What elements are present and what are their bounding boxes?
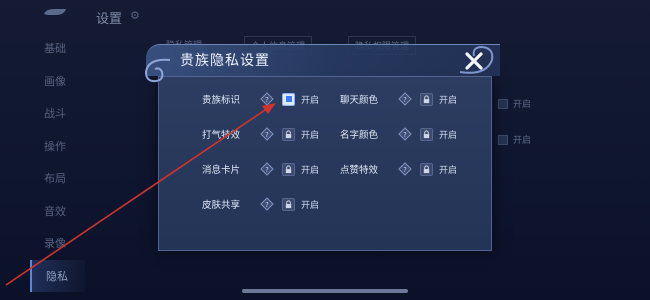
top-bar: 设置 ⚙	[0, 0, 650, 34]
sidebar-item-sound[interactable]: 音效	[30, 195, 85, 228]
setting-label: 点赞特效	[340, 165, 379, 176]
background-toggle[interactable]: 开启	[498, 97, 531, 110]
setting-row: 点赞特效? 开启	[340, 161, 457, 177]
question-diamond-icon[interactable]: ?	[260, 162, 274, 176]
svg-text:?: ?	[265, 166, 269, 174]
option-label: 开启	[439, 165, 458, 176]
lock-icon[interactable]	[420, 162, 433, 176]
gear-icon: ⚙	[130, 9, 140, 22]
decorative-swirl-icon	[144, 58, 171, 83]
setting-label: 消息卡片	[202, 165, 241, 176]
setting-row: 名字颜色? 开启	[340, 126, 457, 142]
checkbox-mark	[285, 96, 292, 102]
svg-text:?: ?	[265, 131, 269, 139]
svg-text:?: ?	[403, 96, 407, 104]
question-diamond-icon[interactable]: ?	[260, 127, 274, 141]
setting-row: 贵族标识? 开启	[202, 91, 319, 107]
lock-icon	[285, 199, 292, 208]
toggle-checkbox[interactable]	[498, 98, 508, 109]
enable-checkbox[interactable]	[282, 92, 295, 106]
dialog-title: 贵族隐私设置	[180, 53, 270, 69]
setting-row: 打气特效? 开启	[202, 126, 319, 142]
settings-title: 设置	[96, 12, 123, 27]
setting-label: 聊天颜色	[340, 95, 379, 106]
background-toggle[interactable]: 开启	[498, 133, 531, 146]
setting-label: 贵族标识	[202, 95, 241, 106]
setting-label: 名字颜色	[340, 130, 379, 141]
setting-label: 打气特效	[202, 130, 241, 141]
option-label: 开启	[439, 95, 458, 106]
lock-icon	[285, 164, 292, 173]
sidebar-item-battle[interactable]: 战斗	[30, 97, 85, 130]
option-label: 开启	[301, 130, 320, 141]
sidebar-item-controls[interactable]: 操作	[30, 130, 85, 163]
question-diamond-icon[interactable]: ?	[260, 92, 274, 106]
option-label: 开启	[301, 165, 320, 176]
question-diamond-icon[interactable]: ?	[398, 92, 412, 106]
toggle-label: 开启	[513, 100, 532, 110]
svg-text:?: ?	[403, 131, 407, 139]
lock-icon[interactable]	[420, 127, 433, 141]
close-icon[interactable]	[463, 50, 485, 72]
lock-icon	[423, 164, 430, 173]
setting-label: 皮肤共享	[202, 200, 241, 211]
lock-icon[interactable]	[282, 162, 295, 176]
sidebar-item-layout[interactable]: 布局	[30, 162, 85, 195]
setting-row: 皮肤共享? 开启	[202, 196, 319, 212]
setting-row: 聊天颜色? 开启	[340, 91, 457, 107]
lock-icon	[285, 129, 292, 138]
toggle-checkbox[interactable]	[498, 134, 508, 145]
lock-icon[interactable]	[420, 92, 433, 106]
option-label: 开启	[301, 200, 320, 211]
option-label: 开启	[301, 95, 320, 106]
sidebar-item-image[interactable]: 画像	[30, 65, 85, 98]
lock-icon[interactable]	[282, 127, 295, 141]
question-diamond-icon[interactable]: ?	[260, 197, 274, 211]
question-diamond-icon[interactable]: ?	[398, 162, 412, 176]
svg-text:?: ?	[403, 166, 407, 174]
question-diamond-icon[interactable]: ?	[398, 127, 412, 141]
setting-row: 消息卡片? 开启	[202, 161, 319, 177]
svg-text:?: ?	[265, 96, 269, 104]
svg-text:?: ?	[265, 201, 269, 209]
sidebar-item-replay[interactable]: 录像	[30, 227, 85, 260]
option-label: 开启	[439, 130, 458, 141]
sidebar-item-basic[interactable]: 基础	[30, 32, 85, 65]
sidebar-item-privacy[interactable]: 隐私	[30, 259, 85, 292]
settings-sidebar: 基础 画像 战斗 操作 布局 音效 录像 隐私	[30, 32, 85, 300]
back-arrow-icon[interactable]	[40, 6, 68, 22]
toggle-label: 开启	[513, 136, 532, 146]
lock-icon[interactable]	[282, 197, 295, 211]
home-indicator	[242, 289, 408, 293]
lock-icon	[423, 129, 430, 138]
lock-icon	[423, 94, 430, 103]
